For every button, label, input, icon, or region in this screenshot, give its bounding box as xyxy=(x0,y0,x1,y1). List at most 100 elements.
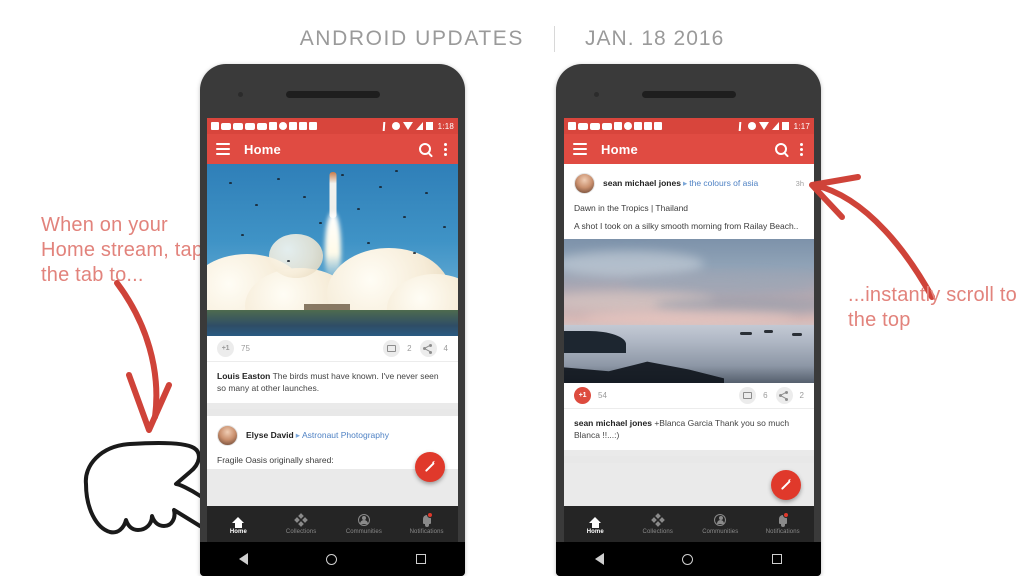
android-softkeys-left xyxy=(200,542,465,576)
search-icon[interactable] xyxy=(775,143,787,155)
back-icon[interactable] xyxy=(239,553,249,565)
sidebar-item-collections[interactable]: Collections xyxy=(270,512,333,535)
card-divider xyxy=(207,409,458,416)
avatar[interactable] xyxy=(217,425,238,446)
share-button[interactable] xyxy=(775,387,793,404)
battery-icon xyxy=(781,122,789,130)
home-icon[interactable] xyxy=(682,553,694,565)
signal-icon xyxy=(771,122,779,130)
bell-icon xyxy=(778,512,789,527)
sidebar-item-communities[interactable]: Communities xyxy=(689,513,752,535)
bird-icon xyxy=(255,204,258,206)
post-comment: sean michael jones +Blanca Garcia Thank … xyxy=(564,409,814,450)
bird-icon xyxy=(403,216,406,218)
sidebar-item-collections[interactable]: Collections xyxy=(627,512,690,535)
battery-icon xyxy=(425,122,433,130)
home-icon[interactable] xyxy=(326,553,338,565)
hamburger-icon[interactable] xyxy=(216,143,230,155)
home-icon xyxy=(589,513,602,528)
back-icon[interactable] xyxy=(595,553,605,565)
square-icon xyxy=(289,122,297,130)
post-author-line: sean michael jones ▸ the colours of asia xyxy=(603,178,758,189)
notification-badge xyxy=(426,512,433,518)
dnd-icon xyxy=(391,122,400,130)
recents-icon[interactable] xyxy=(415,554,426,564)
search-icon[interactable] xyxy=(419,143,431,155)
chat-icon xyxy=(590,122,600,130)
kebab-menu-icon[interactable] xyxy=(444,142,447,156)
chat-icon xyxy=(245,122,255,130)
bird-icon xyxy=(277,178,280,180)
bird-icon xyxy=(443,226,446,228)
collections-icon xyxy=(294,512,308,527)
post-author-line: Elyse David ▸ Astronaut Photography xyxy=(246,430,389,441)
sidebar-item-communities[interactable]: Communities xyxy=(333,513,396,535)
compose-fab-button[interactable] xyxy=(415,452,445,482)
bird-icon xyxy=(413,252,416,254)
communities-icon xyxy=(357,513,370,526)
sidebar-item-home[interactable]: Home xyxy=(564,513,627,535)
bird-icon xyxy=(379,186,382,188)
post-collection[interactable]: Astronaut Photography xyxy=(302,430,389,440)
post-card[interactable]: sean michael jones ▸ the colours of asia 3… xyxy=(564,164,814,450)
communities-icon xyxy=(714,513,727,526)
page-title: ANDROID UPDATES xyxy=(299,27,525,50)
sidebar-item-notifications[interactable]: Notifications xyxy=(752,512,815,535)
smoke-plume xyxy=(269,234,323,278)
status-system-icons: 1:17 xyxy=(738,121,810,131)
phone-device-right: 1:17 Home sean michael jones ▸ the colours… xyxy=(556,64,821,576)
bird-icon xyxy=(367,242,370,244)
recents-icon[interactable] xyxy=(771,554,782,564)
post-header: Elyse David ▸ Astronaut Photography xyxy=(207,416,458,451)
compose-pencil-icon xyxy=(424,461,436,473)
bluetooth-icon xyxy=(738,121,745,131)
post-author: sean michael jones xyxy=(603,178,681,188)
compose-pencil-icon xyxy=(780,479,792,491)
sidebar-item-notifications[interactable]: Notifications xyxy=(395,512,458,535)
card-divider xyxy=(564,456,814,463)
boat-silhouette xyxy=(764,330,773,333)
author-collection-arrow: ▸ xyxy=(295,430,301,440)
page-date: JAN. 18 2016 xyxy=(585,27,725,50)
bird-icon xyxy=(241,234,244,236)
photos-icon xyxy=(233,122,243,130)
post-comment: Louis Easton The birds must have known. … xyxy=(207,362,458,403)
plus-one-button[interactable]: +1 xyxy=(574,387,591,404)
share-button[interactable] xyxy=(419,340,437,357)
compose-fab-button[interactable] xyxy=(771,470,801,500)
app-icon xyxy=(654,122,662,130)
link-icon xyxy=(257,122,267,130)
comment-author: sean michael jones xyxy=(574,418,652,428)
circle-icon xyxy=(279,122,287,130)
android-status-bar: 1:18 xyxy=(207,118,458,134)
status-clock: 1:17 xyxy=(793,121,810,131)
comment-button[interactable] xyxy=(739,387,757,404)
share-count: 4 xyxy=(443,344,448,353)
circle-icon xyxy=(624,122,632,130)
plus-one-button[interactable]: +1 xyxy=(217,340,234,357)
bottom-tab-bar-left: Home Collections Communities Notificatio… xyxy=(207,506,458,542)
comment-author: Louis Easton xyxy=(217,371,271,381)
wifi-icon xyxy=(402,122,413,130)
kebab-menu-icon[interactable] xyxy=(800,142,803,156)
phone-icon xyxy=(614,122,622,130)
front-camera-icon xyxy=(594,92,599,97)
sidebar-item-home[interactable]: Home xyxy=(207,513,270,535)
bird-icon xyxy=(319,222,322,224)
comment-count: 2 xyxy=(407,344,412,353)
calendar-icon xyxy=(568,122,576,130)
hamburger-icon[interactable] xyxy=(573,143,587,155)
phone-screen-left: 1:18 Home +1 75 2 4 Louis Easton The bir… xyxy=(207,118,458,542)
avatar[interactable] xyxy=(574,173,595,194)
dnd-icon xyxy=(747,122,756,130)
tab-label: Home xyxy=(586,529,604,535)
post-card[interactable]: +1 75 2 4 Louis Easton The birds must ha… xyxy=(207,164,458,403)
curved-down-arrow-icon xyxy=(114,280,172,433)
comment-icon xyxy=(387,345,397,352)
phone-screen-right: 1:17 Home sean michael jones ▸ the colours… xyxy=(564,118,814,542)
notification-badge xyxy=(782,512,789,518)
post-collection[interactable]: the colours of asia xyxy=(689,178,758,188)
post-stream-left[interactable]: +1 75 2 4 Louis Easton The birds must ha… xyxy=(207,164,458,542)
phone-icon xyxy=(269,122,277,130)
comment-button[interactable] xyxy=(383,340,401,357)
